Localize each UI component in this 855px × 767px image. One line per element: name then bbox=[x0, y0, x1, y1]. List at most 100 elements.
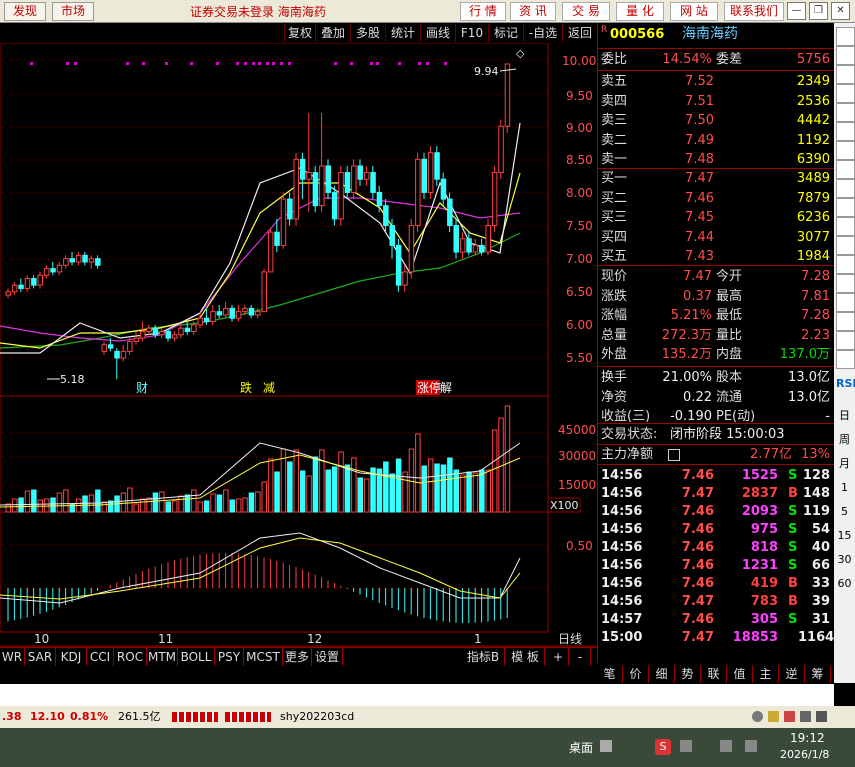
tick-row[interactable]: 14:56 7.46 1525 S 128 bbox=[598, 466, 834, 485]
tick-row[interactable]: 14:56 7.46 818 S 40 bbox=[598, 538, 834, 557]
tick-row[interactable]: 14:56 7.47 2837 B 148 bbox=[598, 484, 834, 503]
news-button[interactable]: 资 讯 bbox=[510, 2, 556, 21]
indicator-tab-mcst[interactable]: MCST bbox=[244, 648, 283, 666]
tool-icon[interactable] bbox=[836, 274, 855, 293]
alert-icon[interactable] bbox=[784, 711, 795, 722]
indicator-tab-kdj[interactable]: KDJ bbox=[56, 648, 87, 666]
tool-icon[interactable] bbox=[836, 217, 855, 236]
tool-icon[interactable] bbox=[836, 198, 855, 217]
overlay-button[interactable]: 叠加 bbox=[315, 24, 350, 42]
period-月-button[interactable]: 月 bbox=[836, 455, 853, 472]
input-method-icon[interactable]: S bbox=[655, 739, 671, 755]
website-button[interactable]: 网 站 bbox=[670, 2, 718, 21]
period-周-button[interactable]: 周 bbox=[836, 431, 853, 448]
self-select-button[interactable]: -自选 bbox=[523, 24, 562, 42]
clock-date[interactable]: 2026/1/8 bbox=[780, 748, 829, 761]
indicator-tab-wr[interactable]: WR bbox=[0, 648, 25, 666]
tool-icon[interactable] bbox=[836, 179, 855, 198]
close-icon[interactable]: ✕ bbox=[831, 2, 850, 20]
tool-icon[interactable] bbox=[836, 65, 855, 84]
clock-time[interactable]: 19:12 bbox=[790, 731, 825, 745]
period-5-button[interactable]: 5 bbox=[836, 503, 853, 520]
sell-row[interactable]: 卖一 7.48 6390 bbox=[598, 150, 834, 169]
network-icon[interactable] bbox=[720, 740, 732, 752]
volume-icon[interactable] bbox=[745, 740, 757, 752]
indicator-control[interactable]: - bbox=[570, 648, 591, 666]
indicator-tab-boll[interactable]: BOLL bbox=[178, 648, 215, 666]
f10-button[interactable]: F10 bbox=[455, 24, 488, 42]
indicator-tab-psy[interactable]: PSY bbox=[215, 648, 244, 666]
event-reduce[interactable]: 减 bbox=[263, 381, 275, 395]
status-icon[interactable] bbox=[752, 711, 763, 722]
detail-tab[interactable]: 势 bbox=[675, 665, 701, 683]
restore-icon[interactable]: ❐ bbox=[809, 2, 828, 20]
desktop-label[interactable]: 桌面 bbox=[569, 739, 593, 756]
tool-icon[interactable] bbox=[836, 141, 855, 160]
tray-icon[interactable] bbox=[600, 740, 612, 752]
statistics-button[interactable]: 统计 bbox=[385, 24, 420, 42]
tool-icon[interactable] bbox=[836, 46, 855, 65]
quant-button[interactable]: 量 化 bbox=[616, 2, 664, 21]
market-button[interactable]: 市场 bbox=[52, 2, 94, 21]
detail-tab[interactable]: 筹 bbox=[805, 665, 831, 683]
adjust-button[interactable]: 复权 bbox=[284, 24, 315, 42]
detail-tab[interactable]: 笔 bbox=[597, 665, 623, 683]
buy-row[interactable]: 买三 7.45 6236 bbox=[598, 208, 834, 227]
sell-row[interactable]: 卖五 7.52 2349 bbox=[598, 72, 834, 91]
kline-chart[interactable]: 10.00 9.50 9.00 8.50 8.00 7.50 7.00 6.50… bbox=[0, 43, 597, 647]
quotes-button[interactable]: 行 情 bbox=[460, 2, 506, 21]
event-drop[interactable]: 跌 bbox=[240, 380, 252, 395]
period-60-button[interactable]: 60 bbox=[836, 575, 853, 592]
tool-icon[interactable] bbox=[836, 293, 855, 312]
tool-icon[interactable] bbox=[836, 255, 855, 274]
mark-button[interactable]: 标记 bbox=[488, 24, 523, 42]
event-financial[interactable]: 财 bbox=[136, 381, 148, 395]
tool-icon[interactable] bbox=[836, 350, 855, 369]
buy-row[interactable]: 买五 7.43 1984 bbox=[598, 247, 834, 266]
buy-row[interactable]: 买二 7.46 7879 bbox=[598, 189, 834, 208]
tray-icon[interactable] bbox=[680, 740, 692, 752]
trade-button[interactable]: 交 易 bbox=[562, 2, 610, 21]
tool-icon[interactable] bbox=[836, 84, 855, 103]
period-15-button[interactable]: 15 bbox=[836, 527, 853, 544]
detail-tab[interactable]: 逆 bbox=[779, 665, 805, 683]
indicator-control[interactable]: 模 板 bbox=[506, 648, 545, 666]
detail-tab[interactable]: 联 bbox=[701, 665, 727, 683]
tool-icon[interactable] bbox=[836, 160, 855, 179]
sell-row[interactable]: 卖二 7.49 1192 bbox=[598, 131, 834, 150]
tick-row[interactable]: 14:56 7.46 975 S 54 bbox=[598, 520, 834, 539]
draw-line-button[interactable]: 画线 bbox=[420, 24, 455, 42]
sell-row[interactable]: 卖四 7.51 2536 bbox=[598, 92, 834, 111]
indicator-tab-roc[interactable]: ROC bbox=[114, 648, 147, 666]
period-label[interactable]: 日线 bbox=[558, 632, 582, 646]
indicator-control[interactable]: + bbox=[548, 648, 569, 666]
tool-icon[interactable] bbox=[836, 331, 855, 350]
detail-tab[interactable]: 细 bbox=[649, 665, 675, 683]
period-RSI-button[interactable]: RSI bbox=[836, 375, 855, 392]
event-unlock[interactable]: 解 bbox=[440, 381, 452, 395]
tool-icon[interactable] bbox=[836, 122, 855, 141]
tool-icon[interactable] bbox=[836, 103, 855, 122]
tool-icon[interactable] bbox=[836, 236, 855, 255]
speaker-icon[interactable] bbox=[800, 711, 811, 722]
buy-row[interactable]: 买一 7.47 3489 bbox=[598, 169, 834, 188]
minimize-icon[interactable]: — bbox=[787, 2, 806, 20]
detail-tab[interactable]: 主 bbox=[753, 665, 779, 683]
lock-icon[interactable] bbox=[768, 711, 779, 722]
contact-button[interactable]: 联系我们 bbox=[724, 2, 784, 21]
indicator-tab-更多[interactable]: 更多 bbox=[283, 648, 312, 666]
tick-row[interactable]: 14:57 7.46 305 S 31 bbox=[598, 610, 834, 629]
tick-row[interactable]: 14:56 7.46 2093 S 119 bbox=[598, 502, 834, 521]
tick-row[interactable]: 15:00 7.47 18853 1164 bbox=[598, 628, 834, 647]
sell-row[interactable]: 卖三 7.50 4442 bbox=[598, 111, 834, 130]
tick-row[interactable]: 14:56 7.47 783 B 39 bbox=[598, 592, 834, 611]
period-日-button[interactable]: 日 bbox=[836, 407, 853, 424]
discover-button[interactable]: 发现 bbox=[4, 2, 46, 21]
indicator-tab-mtm[interactable]: MTM bbox=[147, 648, 178, 666]
tool-icon[interactable] bbox=[836, 27, 855, 46]
back-button[interactable]: 返回 bbox=[562, 24, 597, 42]
indicator-tab-cci[interactable]: CCI bbox=[87, 648, 114, 666]
indicator-control[interactable]: 指标B bbox=[462, 648, 505, 666]
multi-stock-button[interactable]: 多股 bbox=[350, 24, 385, 42]
period-1-button[interactable]: 1 bbox=[836, 479, 853, 496]
